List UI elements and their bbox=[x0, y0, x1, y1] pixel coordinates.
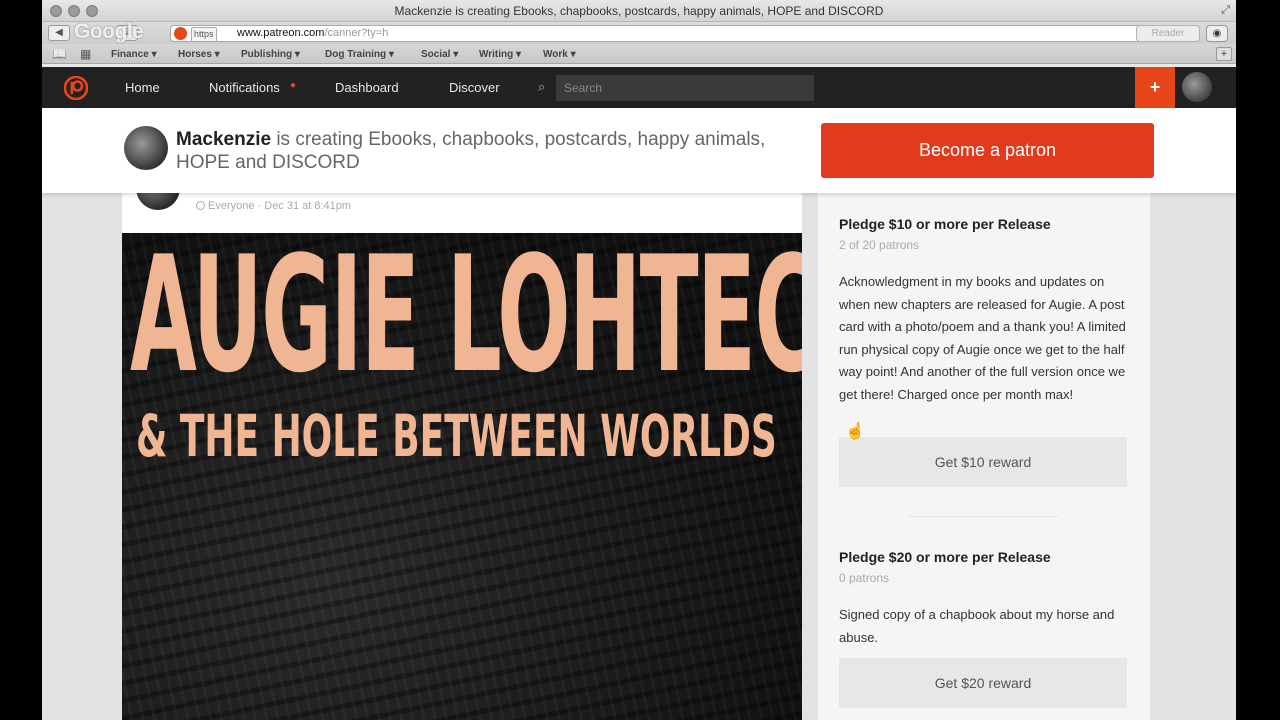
reward-tier: Pledge $20 or more per Release 0 patrons… bbox=[839, 549, 1129, 649]
cover-subtitle: & THE HOLE BETWEEN WORLDS bbox=[136, 402, 777, 470]
bookmark-social[interactable]: Social ▾ bbox=[421, 49, 458, 60]
notification-dot: ● bbox=[290, 80, 297, 91]
tier-description: Acknowledgment in my books and updates o… bbox=[839, 274, 1126, 402]
globe-icon bbox=[196, 201, 205, 210]
creator-header: Mackenzie is creating Ebooks, chapbooks,… bbox=[42, 108, 1236, 193]
bookmarks-bar: 📖 ▦ Finance ▾ Horses ▾ Publishing ▾ Dog … bbox=[42, 44, 1236, 64]
become-patron-button[interactable]: Become a patron bbox=[821, 123, 1154, 178]
get-20-reward-button[interactable]: Get $20 reward bbox=[839, 658, 1127, 708]
fullscreen-icon[interactable]: ⤢ bbox=[1221, 4, 1230, 17]
downloads-icon[interactable]: ◉ bbox=[1206, 25, 1228, 42]
tier-title: Pledge $10 or more per Release bbox=[839, 216, 1051, 232]
https-badge: https bbox=[191, 27, 217, 42]
tier-patron-count: 0 patrons bbox=[839, 571, 890, 585]
top-sites-icon[interactable]: ▦ bbox=[80, 47, 91, 61]
user-avatar[interactable] bbox=[1182, 72, 1212, 102]
get-10-reward-button[interactable]: Get $10 reward bbox=[839, 437, 1127, 487]
post-meta: Everyone · Dec 31 at 8:41pm bbox=[196, 200, 351, 212]
reward-tiers-sidebar: Pledge $10 or more per Release 2 of 20 p… bbox=[818, 170, 1150, 720]
post-cover-image[interactable]: AUGIE LOHTECH & THE HOLE BETWEEN WORLDS bbox=[122, 233, 802, 720]
post-meta-text: Everyone · Dec 31 at 8:41pm bbox=[208, 200, 352, 212]
reward-tier: Pledge $10 or more per Release 2 of 20 p… bbox=[839, 216, 1129, 406]
back-button[interactable]: ◀ bbox=[48, 25, 70, 41]
nav-notifications[interactable]: Notifications bbox=[209, 80, 280, 95]
nav-discover[interactable]: Discover bbox=[449, 80, 500, 95]
patreon-logo-icon[interactable] bbox=[64, 76, 88, 100]
bookmark-writing[interactable]: Writing ▾ bbox=[479, 49, 521, 60]
patreon-navbar: Home Notifications ● Dashboard Discover … bbox=[42, 67, 1236, 108]
title-bar: Mackenzie is creating Ebooks, chapbooks,… bbox=[42, 0, 1236, 22]
url-text: www.patreon.com/canner?ty=h bbox=[237, 26, 388, 41]
bookmark-publishing[interactable]: Publishing ▾ bbox=[241, 49, 300, 60]
post-card: Everyone · Dec 31 at 8:41pm AUGIE LOHTEC… bbox=[122, 166, 802, 720]
search-icon: ⌕ bbox=[538, 79, 546, 94]
address-toolbar: ◀ ⇪ https www.patreon.com/canner?ty=h ↻ … bbox=[42, 22, 1236, 44]
nav-dashboard[interactable]: Dashboard bbox=[335, 80, 399, 95]
create-post-button[interactable]: + bbox=[1135, 67, 1175, 108]
tier-patron-count: 2 of 20 patrons bbox=[839, 238, 920, 252]
bookmark-finance[interactable]: Finance ▾ bbox=[111, 49, 157, 60]
browser-window: Mackenzie is creating Ebooks, chapbooks,… bbox=[42, 0, 1236, 720]
bookmark-dog-training[interactable]: Dog Training ▾ bbox=[325, 49, 394, 60]
bookmark-work[interactable]: Work ▾ bbox=[543, 49, 576, 60]
url-host: www.patreon.com bbox=[237, 27, 325, 39]
search-input[interactable] bbox=[556, 75, 814, 101]
tier-divider bbox=[908, 516, 1058, 517]
url-field[interactable]: https www.patreon.com/canner?ty=h ↻ bbox=[170, 25, 1172, 42]
new-tab-button[interactable]: + bbox=[1216, 47, 1232, 61]
window-title: Mackenzie is creating Ebooks, chapbooks,… bbox=[394, 4, 884, 18]
bookmark-horses[interactable]: Horses ▾ bbox=[178, 49, 220, 60]
google-watermark: Google bbox=[74, 20, 144, 43]
creator-name[interactable]: Mackenzie bbox=[176, 129, 271, 150]
creator-tagline: Mackenzie is creating Ebooks, chapbooks,… bbox=[176, 128, 816, 174]
tier-description: Signed copy of a chapbook about my horse… bbox=[839, 607, 1115, 645]
reader-button[interactable]: Reader bbox=[1136, 25, 1200, 42]
tier-title: Pledge $20 or more per Release bbox=[839, 549, 1051, 565]
nav-home[interactable]: Home bbox=[125, 80, 160, 95]
patreon-favicon-icon bbox=[174, 27, 187, 40]
reading-list-icon[interactable]: 📖 bbox=[52, 47, 67, 61]
cover-title: AUGIE LOHTECH bbox=[130, 233, 802, 408]
creator-avatar[interactable] bbox=[124, 126, 168, 170]
url-path: /canner?ty=h bbox=[324, 27, 389, 39]
cursor-icon: ☝ bbox=[845, 423, 865, 440]
